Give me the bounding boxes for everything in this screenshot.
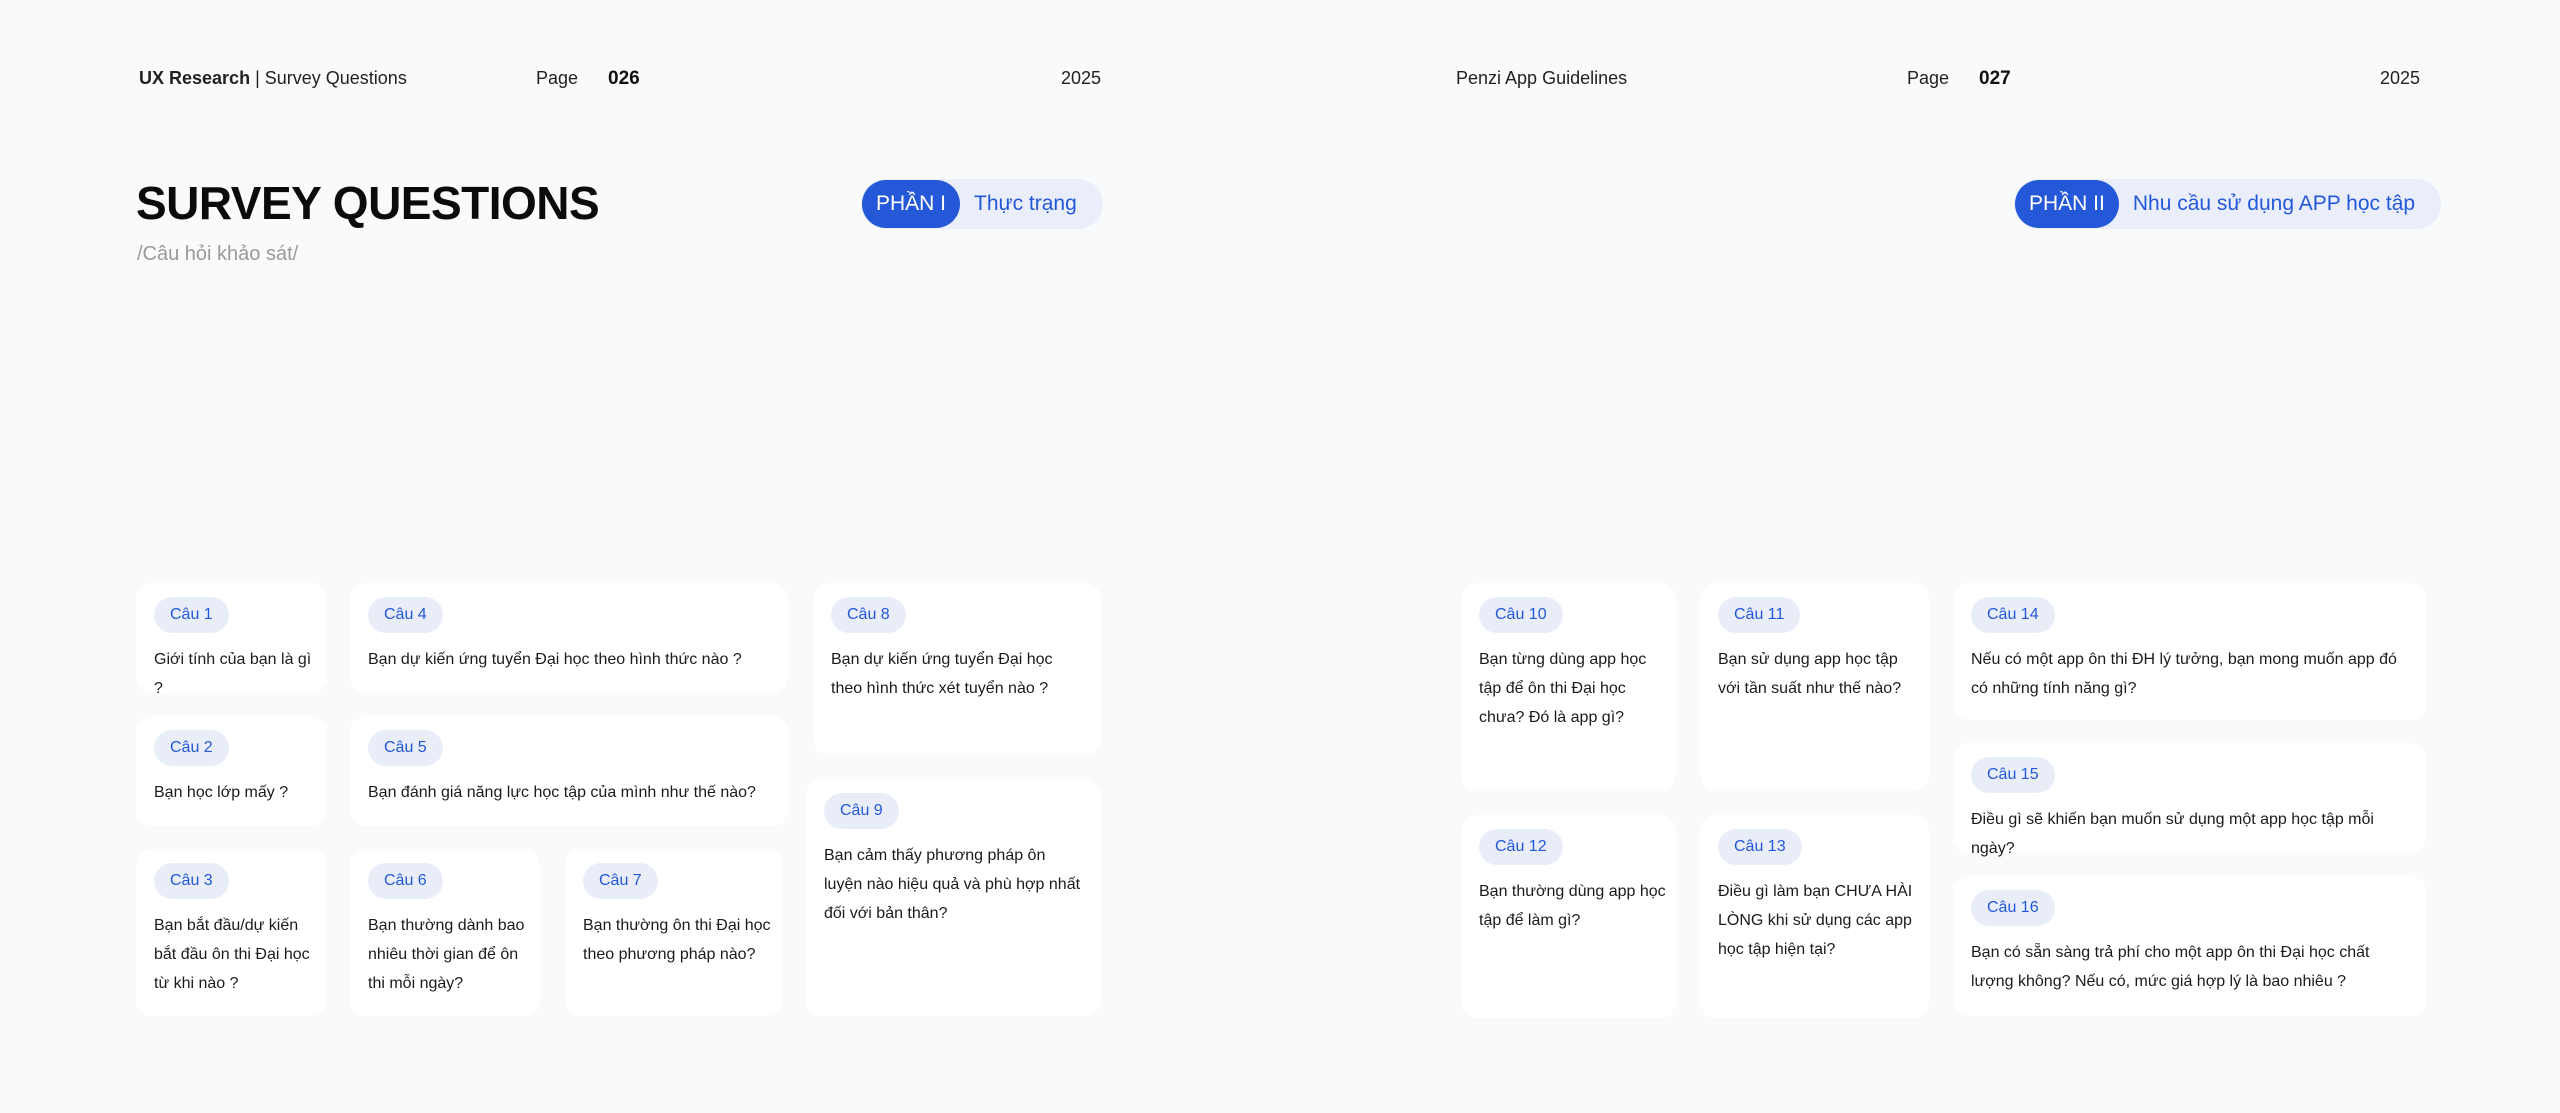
part-two-tag: PHẦN II	[2015, 180, 2119, 228]
question-card-9: Câu 9 Bạn cảm thấy phương pháp ôn luyện …	[806, 779, 1101, 1016]
left-year: 2025	[1061, 68, 1102, 88]
question-card-1: Câu 1 Giới tính của bạn là gì ?	[136, 583, 327, 697]
question-text: Bạn dự kiến ứng tuyển Đại học theo hình …	[831, 651, 1053, 697]
question-text: Nếu có một app ôn thi ĐH lý tưởng, bạn m…	[1971, 651, 2397, 697]
question-label: Câu 5	[368, 730, 443, 766]
question-text: Điều gì làm bạn CHƯA HÀI LÒNG khi sử dụn…	[1718, 883, 1913, 958]
part-two-pill: PHẦN II Nhu cầu sử dụng APP học tập	[2014, 179, 2442, 229]
right-header-section: Penzi App Guidelines	[1456, 68, 1628, 88]
question-label: Câu 1	[154, 597, 229, 633]
header-separator: |	[250, 68, 265, 88]
question-text: Bạn sử dụng app học tập với tần suất như…	[1718, 651, 1902, 697]
question-label: Câu 14	[1971, 597, 2055, 633]
left-page-label: Page	[536, 68, 579, 88]
question-card-7: Câu 7 Bạn thường ôn thi Đại học theo phư…	[565, 849, 783, 1016]
question-card-8: Câu 8 Bạn dự kiến ứng tuyển Đại học theo…	[813, 583, 1101, 755]
question-text: Bạn cảm thấy phương pháp ôn luyện nào hi…	[824, 847, 1081, 922]
question-label: Câu 16	[1971, 890, 2055, 926]
question-card-16: Câu 16 Bạn có sẵn sàng trả phí cho một a…	[1953, 876, 2426, 1016]
question-text: Giới tính của bạn là gì ?	[154, 651, 312, 697]
question-card-11: Câu 11 Bạn sử dụng app học tập với tần s…	[1700, 583, 1929, 791]
question-label: Câu 7	[583, 863, 658, 899]
page-subtitle: /Câu hỏi khảo sát/	[137, 243, 299, 265]
page-title: SURVEY QUESTIONS	[136, 177, 600, 229]
question-label: Câu 12	[1479, 829, 1563, 865]
question-card-2: Câu 2 Bạn học lớp mấy ?	[136, 716, 327, 826]
question-text: Bạn bắt đầu/dự kiến bắt đầu ôn thi Đại h…	[154, 917, 310, 992]
question-text: Bạn thường dành bao nhiêu thời gian để ô…	[368, 917, 525, 992]
question-label: Câu 10	[1479, 597, 1563, 633]
question-card-5: Câu 5 Bạn đánh giá năng lực học tập của …	[350, 716, 788, 826]
header-brand: UX Research	[139, 68, 251, 88]
question-card-14: Câu 14 Nếu có một app ôn thi ĐH lý tưởng…	[1953, 583, 2426, 720]
question-card-12: Câu 12 Bạn thường dùng app học tập để là…	[1461, 815, 1676, 1018]
right-page-number: 027	[1979, 68, 2011, 89]
question-label: Câu 8	[831, 597, 906, 633]
question-card-4: Câu 4 Bạn dự kiến ứng tuyển Đại học theo…	[350, 583, 788, 693]
part-two-label: Nhu cầu sử dụng APP học tập	[2132, 192, 2416, 215]
question-text: Bạn đánh giá năng lực học tập của mình n…	[368, 784, 756, 801]
question-label: Câu 15	[1971, 757, 2055, 793]
left-header-breadcrumb: UX Research | Survey Questions	[139, 68, 407, 89]
question-label: Câu 4	[368, 597, 443, 633]
question-label: Câu 9	[824, 793, 899, 829]
right-page-label: Page	[1907, 68, 1950, 88]
question-text: Bạn có sẵn sàng trả phí cho một app ôn t…	[1971, 944, 2370, 990]
question-label: Câu 6	[368, 863, 443, 899]
right-year: 2025	[2380, 68, 2421, 88]
header-section: Survey Questions	[264, 68, 407, 88]
question-card-3: Câu 3 Bạn bắt đầu/dự kiến bắt đầu ôn thi…	[136, 849, 327, 1016]
part-one-pill: PHẦN I Thực trạng	[861, 179, 1103, 229]
question-text: Bạn từng dùng app học tập để ôn thi Đại …	[1479, 651, 1647, 726]
part-one-label: Thực trạng	[974, 192, 1077, 215]
question-card-13: Câu 13 Điều gì làm bạn CHƯA HÀI LÒNG khi…	[1700, 815, 1929, 1018]
question-label: Câu 13	[1718, 829, 1802, 865]
question-label: Câu 11	[1718, 597, 1801, 633]
question-text: Điều gì sẽ khiến bạn muốn sử dụng một ap…	[1971, 811, 2374, 857]
question-text: Bạn thường ôn thi Đại học theo phương ph…	[583, 917, 771, 963]
question-card-15: Câu 15 Điều gì sẽ khiến bạn muốn sử dụng…	[1953, 743, 2426, 857]
question-label: Câu 2	[154, 730, 229, 766]
question-label: Câu 3	[154, 863, 229, 899]
question-text: Bạn học lớp mấy ?	[154, 784, 289, 801]
left-page-number: 026	[608, 68, 640, 89]
question-text: Bạn thường dùng app học tập để làm gì?	[1479, 883, 1666, 929]
question-card-6: Câu 6 Bạn thường dành bao nhiêu thời gia…	[350, 849, 540, 1016]
question-text: Bạn dự kiến ứng tuyển Đại học theo hình …	[368, 651, 742, 668]
question-card-10: Câu 10 Bạn từng dùng app học tập để ôn t…	[1461, 583, 1676, 791]
part-one-tag: PHẦN I	[862, 180, 961, 228]
